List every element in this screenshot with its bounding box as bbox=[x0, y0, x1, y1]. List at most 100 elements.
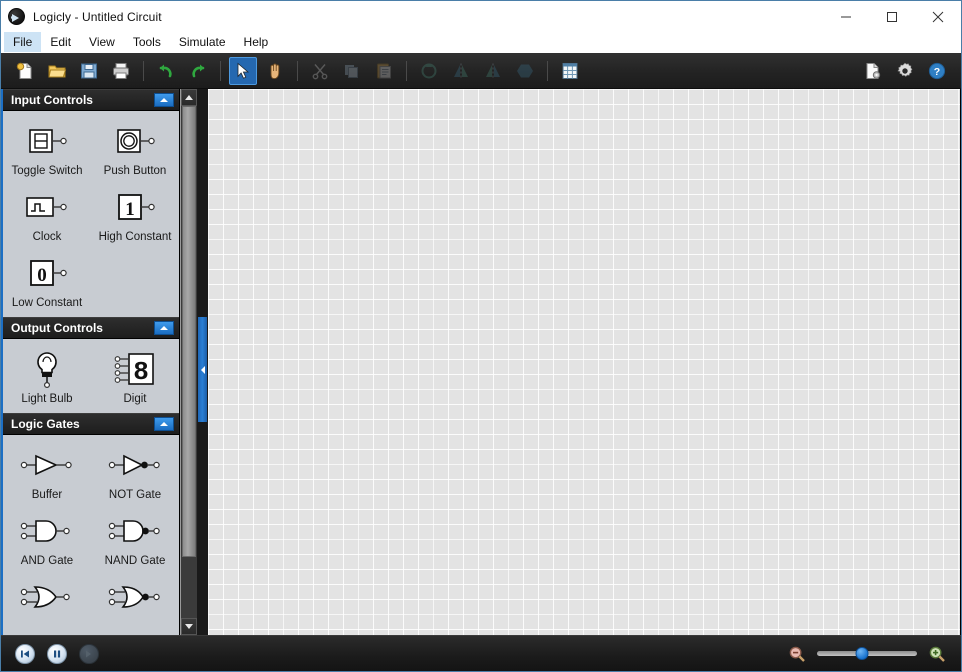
step-simulation-button[interactable] bbox=[79, 643, 99, 664]
collapse-panel-left-arrow-icon[interactable] bbox=[198, 317, 207, 422]
zoom-out-icon[interactable] bbox=[787, 644, 807, 664]
pause-simulation-button[interactable] bbox=[47, 643, 67, 664]
push-button-icon bbox=[105, 121, 165, 161]
palette-item-high-constant[interactable]: 1 High Constant bbox=[91, 183, 179, 249]
title-bar-left: Logicly - Untitled Circuit bbox=[1, 8, 162, 25]
panel-header-logic-gates[interactable]: Logic Gates bbox=[3, 413, 179, 435]
toolbar-separator bbox=[220, 60, 221, 81]
menu-bar: File Edit View Tools Simulate Help bbox=[1, 32, 961, 53]
palette-item-label: AND Gate bbox=[20, 555, 74, 567]
undo-button[interactable] bbox=[152, 57, 180, 85]
main-body: Input Controls Toggle Switch Push Button… bbox=[1, 89, 961, 635]
not-gate-icon bbox=[100, 445, 170, 485]
clipboard-paste-icon bbox=[377, 63, 391, 78]
nor-gate-icon bbox=[100, 577, 170, 617]
toolbar-separator bbox=[143, 60, 144, 81]
light-bulb-icon bbox=[17, 349, 77, 389]
paste-button[interactable] bbox=[370, 57, 398, 85]
open-button[interactable] bbox=[43, 57, 71, 85]
scroll-down-arrow-icon[interactable] bbox=[181, 618, 197, 635]
palette-item-grid: Buffer NOT Gate AND Gate NAND Gate bbox=[3, 441, 179, 627]
palette-item-digit[interactable]: 8 Digit bbox=[91, 345, 179, 411]
palette-item-and-gate[interactable]: AND Gate bbox=[3, 507, 91, 573]
sidebar-splitter[interactable] bbox=[197, 89, 208, 635]
menu-simulate[interactable]: Simulate bbox=[170, 32, 235, 52]
rotate-button[interactable] bbox=[415, 57, 443, 85]
panel-header-output-controls[interactable]: Output Controls bbox=[3, 317, 179, 339]
select-tool-button[interactable] bbox=[229, 56, 257, 85]
hand-icon bbox=[270, 63, 280, 79]
palette-item-push-button[interactable]: Push Button bbox=[91, 117, 179, 183]
rotate-icon bbox=[421, 63, 437, 78]
low-constant-icon: 0 bbox=[17, 253, 77, 293]
status-bar bbox=[1, 635, 961, 671]
sidebar-scrollbar[interactable] bbox=[180, 89, 197, 635]
cursor-arrow-icon bbox=[237, 62, 250, 79]
flip-horizontal-button[interactable] bbox=[447, 57, 475, 85]
logicly-logo-icon bbox=[8, 8, 25, 25]
palette-item-low-constant[interactable]: 0 Low Constant bbox=[3, 249, 91, 315]
panel-body-output-controls: Light Bulb 8 Digit bbox=[3, 339, 179, 413]
panel-title: Input Controls bbox=[11, 93, 93, 107]
menu-file[interactable]: File bbox=[4, 32, 42, 52]
or-gate-icon bbox=[12, 577, 82, 617]
print-button[interactable] bbox=[107, 57, 135, 85]
palette-item-toggle-switch[interactable]: Toggle Switch bbox=[3, 117, 91, 183]
toolbar-separator bbox=[406, 60, 407, 81]
table-grid-icon bbox=[562, 62, 578, 79]
sidebar-scrollbar-track[interactable] bbox=[181, 106, 197, 618]
sidebar-scrollbar-thumb[interactable] bbox=[182, 106, 196, 557]
zoom-slider[interactable] bbox=[817, 644, 917, 664]
minimize-button[interactable] bbox=[823, 1, 869, 32]
svg-text:8: 8 bbox=[133, 357, 149, 387]
document-properties-button[interactable] bbox=[859, 57, 887, 85]
maximize-button[interactable] bbox=[869, 1, 915, 32]
menu-help[interactable]: Help bbox=[235, 32, 278, 52]
palette-item-label: High Constant bbox=[98, 231, 172, 243]
new-button[interactable] bbox=[11, 57, 39, 85]
scroll-up-arrow-icon[interactable] bbox=[181, 89, 197, 106]
zoom-slider-thumb[interactable] bbox=[855, 647, 869, 660]
toolbar-separator bbox=[547, 60, 548, 81]
flip-vertical-icon bbox=[486, 63, 500, 78]
panel-title: Output Controls bbox=[11, 321, 103, 335]
collapse-arrow-icon[interactable] bbox=[154, 93, 174, 107]
restart-simulation-button[interactable] bbox=[15, 643, 35, 664]
preferences-button[interactable] bbox=[891, 57, 919, 85]
palette-item-not-gate[interactable]: NOT Gate bbox=[91, 441, 179, 507]
menu-view[interactable]: View bbox=[80, 32, 124, 52]
circuit-canvas[interactable] bbox=[208, 89, 960, 635]
group-button[interactable] bbox=[511, 57, 539, 85]
truth-table-button[interactable] bbox=[556, 57, 584, 85]
menu-tools[interactable]: Tools bbox=[124, 32, 170, 52]
palette-item-nor-gate[interactable] bbox=[91, 573, 179, 627]
palette-item-grid: Light Bulb 8 Digit bbox=[3, 345, 179, 411]
cut-button[interactable] bbox=[306, 57, 334, 85]
save-button[interactable] bbox=[75, 57, 103, 85]
palette-item-clock[interactable]: Clock bbox=[3, 183, 91, 249]
zoom-in-icon[interactable] bbox=[927, 644, 947, 664]
flip-vertical-button[interactable] bbox=[479, 57, 507, 85]
palette-item-label: Toggle Switch bbox=[11, 165, 83, 177]
restart-icon bbox=[21, 650, 29, 657]
panel-header-input-controls[interactable]: Input Controls bbox=[3, 89, 179, 111]
redo-button[interactable] bbox=[184, 57, 212, 85]
palette-item-label: NOT Gate bbox=[108, 489, 162, 501]
palette-item-buffer[interactable]: Buffer bbox=[3, 441, 91, 507]
close-button[interactable] bbox=[915, 1, 961, 32]
svg-text:?: ? bbox=[934, 66, 940, 78]
palette-item-label: Buffer bbox=[31, 489, 63, 501]
help-button[interactable]: ? bbox=[923, 57, 951, 85]
palette-item-light-bulb[interactable]: Light Bulb bbox=[3, 345, 91, 411]
window-title: Logicly - Untitled Circuit bbox=[33, 9, 162, 24]
scissors-icon bbox=[312, 63, 328, 79]
collapse-arrow-icon[interactable] bbox=[154, 417, 174, 431]
copy-button[interactable] bbox=[338, 57, 366, 85]
palette-item-or-gate[interactable] bbox=[3, 573, 91, 627]
palette-item-nand-gate[interactable]: NAND Gate bbox=[91, 507, 179, 573]
pan-tool-button[interactable] bbox=[261, 57, 289, 85]
palette-item-label: Light Bulb bbox=[21, 393, 73, 405]
collapse-arrow-icon[interactable] bbox=[154, 321, 174, 335]
palette-item-label: Digit bbox=[123, 393, 147, 405]
menu-edit[interactable]: Edit bbox=[41, 32, 80, 52]
